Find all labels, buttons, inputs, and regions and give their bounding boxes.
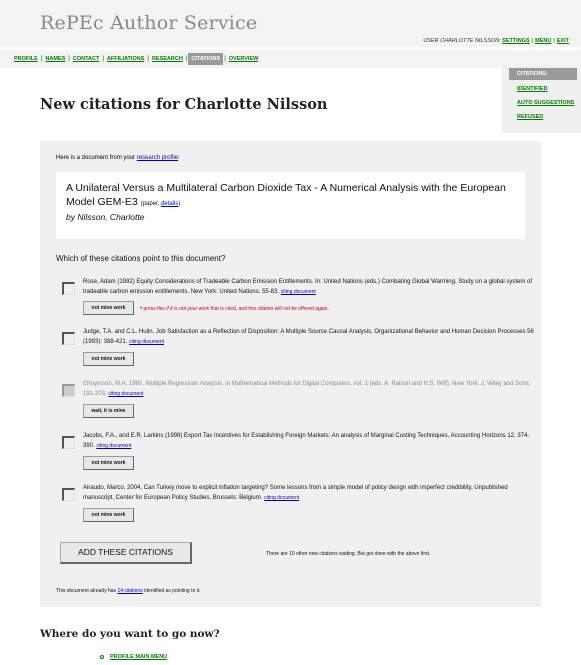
research-profile-link[interactable]: research profile	[137, 155, 178, 161]
nav-item-citations: CITATIONS |	[188, 53, 226, 65]
wait-it-is-mine-button[interactable]: wait, it is mine	[83, 404, 134, 418]
not-mine-work-button[interactable]: not mine work	[83, 456, 134, 470]
profile-main-menu-link[interactable]: PROFILE MAIN MENU	[110, 654, 167, 660]
intro-colon: :	[178, 155, 180, 161]
citation-checkbox[interactable]	[62, 488, 75, 501]
nav-item-affiliations: AFFILIATIONS |	[105, 53, 150, 65]
citation-text: Jacobs, F.A., and E.R. Larkins (1998) Ex…	[83, 433, 530, 449]
nav-link-names[interactable]: NAMES	[43, 53, 67, 65]
nav-link-research[interactable]: RESEARCH	[150, 53, 185, 65]
settings-link[interactable]: SETTINGS	[502, 38, 530, 44]
document-heading: A Unilateral Versus a Multilateral Carbo…	[66, 181, 515, 211]
citations-side-panel: CITATIONS: IDENTIFIED AUTO SUGGESTIONS R…	[502, 66, 581, 133]
citing-document-link[interactable]: citing document	[108, 391, 143, 397]
document-card: A Unilateral Versus a Multilateral Carbo…	[56, 172, 525, 239]
citation-text: Airaudo, Marco, 2004, Can Turkey move to…	[83, 485, 508, 501]
nav-link-contact[interactable]: CONTACT	[71, 53, 101, 65]
exit-link[interactable]: EXIT	[557, 38, 569, 44]
citation-text: Efroymson, M.A. 1960. Multiple Regressio…	[83, 381, 531, 397]
identified-citations-link[interactable]: 14 citations	[117, 588, 142, 594]
nav-item-names: NAMES |	[43, 53, 70, 65]
citations-form: Here is a document from your research pr…	[40, 141, 541, 607]
bullet-icon	[100, 655, 104, 659]
details-link[interactable]: details	[161, 201, 178, 207]
user-bar: USER CHARLOTTE NILSSON: SETTINGS | MENU | EX…	[423, 38, 569, 44]
side-panel-links: IDENTIFIED AUTO SUGGESTIONS REFUSED	[517, 86, 574, 128]
page-title: New citations for Charlotte Nilsson	[40, 96, 328, 113]
nav-item-contact: CONTACT |	[71, 53, 105, 65]
identified-link[interactable]: IDENTIFIED	[517, 86, 548, 92]
refused-link[interactable]: REFUSED	[517, 114, 543, 120]
add-citations-button[interactable]: ADD THESE CITATIONS	[60, 542, 192, 564]
citations-question: Which of these citations point to this d…	[56, 254, 226, 263]
citing-document-link[interactable]: citing document	[264, 495, 299, 501]
not-mine-work-button[interactable]: not mine work	[83, 508, 134, 522]
already-identified-note: This document already has 14 citations i…	[56, 588, 201, 594]
citing-document-link[interactable]: citing document	[281, 289, 316, 295]
where-next-heading: Where do you want to go now?	[40, 628, 220, 640]
hint-bullet: •	[140, 306, 143, 312]
side-item-identified: IDENTIFIED	[517, 86, 574, 100]
nav-item-profile: PROFILE |	[12, 53, 43, 65]
where-next-list: PROFILE MAIN MENU	[100, 654, 167, 660]
user-name: CHARLOTTE NILSSON	[440, 38, 500, 44]
document-title: A Unilateral Versus a Multilateral Carbo…	[66, 182, 506, 208]
citation-checkbox[interactable]	[62, 332, 75, 345]
where-next-item: PROFILE MAIN MENU	[100, 654, 167, 660]
main-nav: PROFILE | NAMES | CONTACT | AFFILIATIONS | R…	[0, 50, 581, 68]
citing-document-link[interactable]: citing document	[129, 339, 164, 345]
document-intro: Here is a document from your research pr…	[56, 155, 180, 161]
citing-document-link[interactable]: citing document	[96, 443, 131, 449]
citation-checkbox[interactable]	[62, 436, 75, 449]
citation-checkbox[interactable]	[62, 384, 75, 397]
nav-link-overview[interactable]: OVERVIEW	[227, 53, 261, 65]
citation-text: Judge, T.A. and C.L. Hulin, Job Satisfac…	[83, 329, 534, 345]
waiting-notice: There are 10 other new citations waiting…	[266, 551, 431, 557]
document-meta: (paper, details)	[141, 201, 181, 207]
menu-link[interactable]: MENU	[535, 38, 551, 44]
nav-link-affiliations[interactable]: AFFILIATIONS	[105, 53, 146, 65]
document-meta-close: )	[178, 201, 181, 207]
intro-text: Here is a document from your	[56, 155, 136, 161]
nav-item-overview: OVERVIEW	[227, 53, 261, 65]
side-item-refused: REFUSED	[517, 114, 574, 128]
user-prefix: USER	[423, 38, 439, 44]
auto-suggestions-link[interactable]: AUTO SUGGESTIONS	[517, 100, 574, 106]
nav-item-research: RESEARCH |	[150, 53, 188, 65]
document-type: (paper,	[140, 201, 160, 207]
side-panel-heading: CITATIONS:	[509, 68, 577, 80]
document-author: by Nilsson, Charlotte	[66, 212, 145, 222]
citation-hint: • press this if it is not your work that…	[140, 306, 329, 312]
not-mine-work-button[interactable]: not mine work	[83, 301, 134, 315]
side-item-auto-suggestions: AUTO SUGGESTIONS	[517, 100, 574, 114]
not-mine-work-button[interactable]: not mine work	[83, 352, 134, 366]
citation-checkbox[interactable]	[62, 282, 75, 295]
nav-link-profile[interactable]: PROFILE	[12, 53, 40, 65]
citation-text: Rose, Adam (1992) Equity Considerations …	[83, 279, 532, 295]
site-title: RePEc Author Service	[40, 12, 258, 34]
nav-link-citations[interactable]: CITATIONS	[188, 53, 224, 65]
